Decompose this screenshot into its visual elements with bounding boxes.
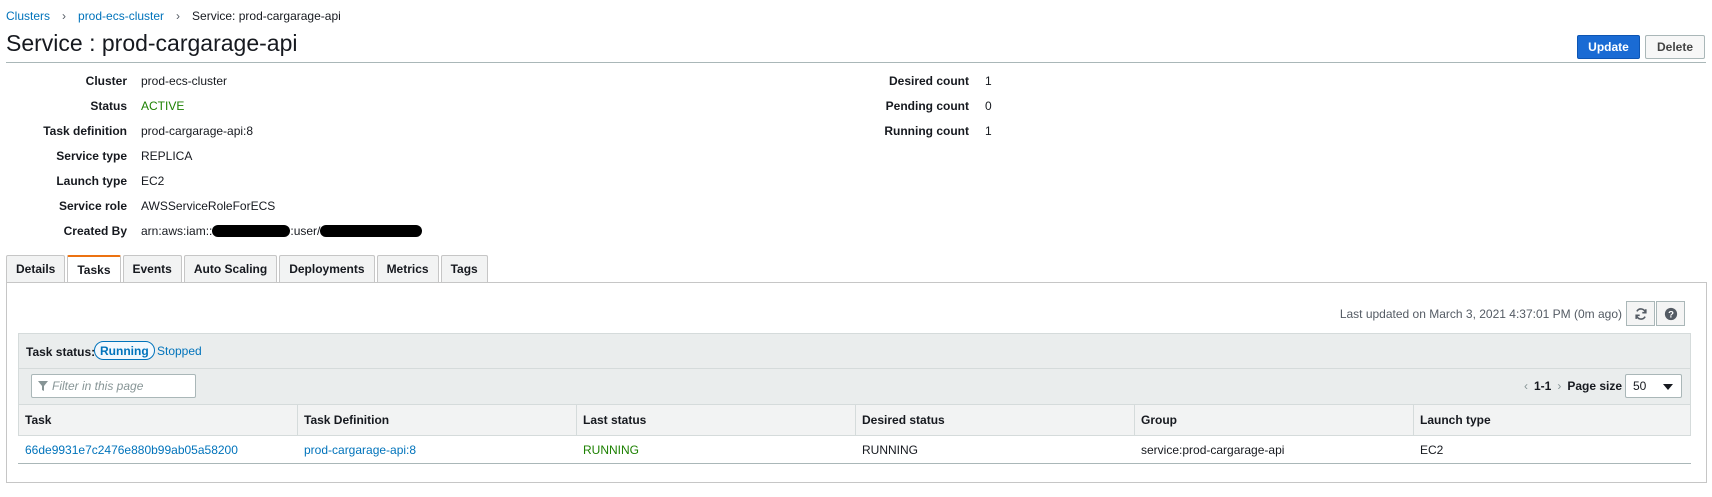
tab-events[interactable]: Events xyxy=(122,255,182,282)
pending-count-label: Pending count xyxy=(885,99,969,113)
refresh-button[interactable] xyxy=(1626,301,1655,326)
created-by-prefix: arn:aws:iam:: xyxy=(141,224,213,238)
desired-count-value: 1 xyxy=(985,74,992,88)
page-range: 1-1 xyxy=(1534,379,1552,393)
column-divider xyxy=(576,404,577,436)
status-value: ACTIVE xyxy=(141,99,185,113)
cluster-label: Cluster xyxy=(85,74,127,88)
column-divider xyxy=(297,404,298,436)
tab-details[interactable]: Details xyxy=(6,255,66,282)
column-header-task-definition[interactable]: Task Definition xyxy=(304,413,389,427)
svg-text:?: ? xyxy=(1668,309,1674,320)
page-size-label: Page size xyxy=(1567,379,1623,393)
created-by-label: Created By xyxy=(63,224,127,238)
tab-bar: Details Tasks Events Auto Scaling Deploy… xyxy=(6,255,490,283)
column-header-task[interactable]: Task xyxy=(25,413,51,427)
group-cell: service:prod-cargarage-api xyxy=(1141,443,1285,457)
pending-count-value: 0 xyxy=(985,99,992,113)
running-count-label: Running count xyxy=(884,124,969,138)
redaction-mark xyxy=(320,225,423,237)
column-header-launch-type[interactable]: Launch type xyxy=(1420,413,1491,427)
column-header-group[interactable]: Group xyxy=(1141,413,1177,427)
breadcrumb-cluster-link[interactable]: prod-ecs-cluster xyxy=(78,9,164,23)
last-status-cell: RUNNING xyxy=(583,443,639,457)
desired-count-label: Desired count xyxy=(888,74,969,88)
launch-type-cell: EC2 xyxy=(1420,443,1444,457)
task-definition-link[interactable]: prod-cargarage-api:8 xyxy=(141,124,253,138)
help-button[interactable]: ? xyxy=(1656,301,1685,326)
tab-deployments[interactable]: Deployments xyxy=(279,255,375,282)
previous-page-icon[interactable]: ‹ xyxy=(1524,379,1528,393)
cluster-link[interactable]: prod-ecs-cluster xyxy=(141,74,227,88)
service-role-label: Service role xyxy=(58,199,127,213)
task-status-label: Task status: xyxy=(26,345,96,359)
status-label: Status xyxy=(90,99,127,113)
breadcrumb: Clusters › prod-ecs-cluster › Service: p… xyxy=(6,9,341,23)
task-definition-cell-link[interactable]: prod-cargarage-api:8 xyxy=(304,443,416,457)
breadcrumb-current: Service: prod-cargarage-api xyxy=(192,9,341,23)
column-divider xyxy=(855,404,856,436)
task-definition-label: Task definition xyxy=(43,124,127,138)
service-type-value: REPLICA xyxy=(141,149,193,163)
service-role-value: AWSServiceRoleForECS xyxy=(141,199,276,213)
tab-tags[interactable]: Tags xyxy=(440,255,488,282)
chevron-right-icon: › xyxy=(176,9,181,23)
task-status-running-toggle[interactable]: Running xyxy=(94,341,155,360)
task-status-bar xyxy=(18,333,1691,369)
pagination: ‹ 1-1 › Page size xyxy=(1518,379,1622,393)
tab-auto-scaling[interactable]: Auto Scaling xyxy=(183,255,278,282)
last-updated-text: Last updated on March 3, 2021 4:37:01 PM… xyxy=(1339,307,1622,321)
refresh-icon xyxy=(1634,307,1647,320)
redaction-mark xyxy=(212,225,291,237)
column-divider xyxy=(1134,404,1135,436)
filter-placeholder: Filter in this page xyxy=(52,379,144,393)
filter-icon xyxy=(38,381,48,391)
page-size-select[interactable]: 50 xyxy=(1625,374,1682,398)
service-type-label: Service type xyxy=(56,149,127,163)
launch-type-value: EC2 xyxy=(141,174,165,188)
filter-input[interactable]: Filter in this page xyxy=(31,374,196,398)
created-by-value: arn:aws:iam:: :user/ xyxy=(141,224,423,238)
task-status-stopped-toggle[interactable]: Stopped xyxy=(157,344,202,358)
page-size-value: 50 xyxy=(1633,379,1647,393)
filter-bar xyxy=(18,369,1691,404)
tab-tasks[interactable]: Tasks xyxy=(67,255,121,283)
desired-status-cell: RUNNING xyxy=(862,443,918,457)
caret-down-icon xyxy=(1663,384,1673,390)
running-count-value: 1 xyxy=(985,124,992,138)
column-header-last-status[interactable]: Last status xyxy=(583,413,646,427)
task-id-link[interactable]: 66de9931e7c2476e880b99ab05a58200 xyxy=(25,443,238,457)
title-divider xyxy=(6,62,1706,63)
created-by-mid: :user/ xyxy=(290,224,321,238)
column-header-desired-status[interactable]: Desired status xyxy=(862,413,945,427)
breadcrumb-clusters-link[interactable]: Clusters xyxy=(6,9,50,23)
chevron-right-icon: › xyxy=(62,9,67,23)
launch-type-label: Launch type xyxy=(56,174,127,188)
page-title: Service : prod-cargarage-api xyxy=(6,30,298,56)
next-page-icon[interactable]: › xyxy=(1557,379,1561,393)
tab-metrics[interactable]: Metrics xyxy=(376,255,439,282)
update-button[interactable]: Update xyxy=(1577,35,1640,59)
help-icon: ? xyxy=(1664,307,1677,320)
column-divider xyxy=(1413,404,1414,436)
delete-button[interactable]: Delete xyxy=(1645,35,1705,59)
